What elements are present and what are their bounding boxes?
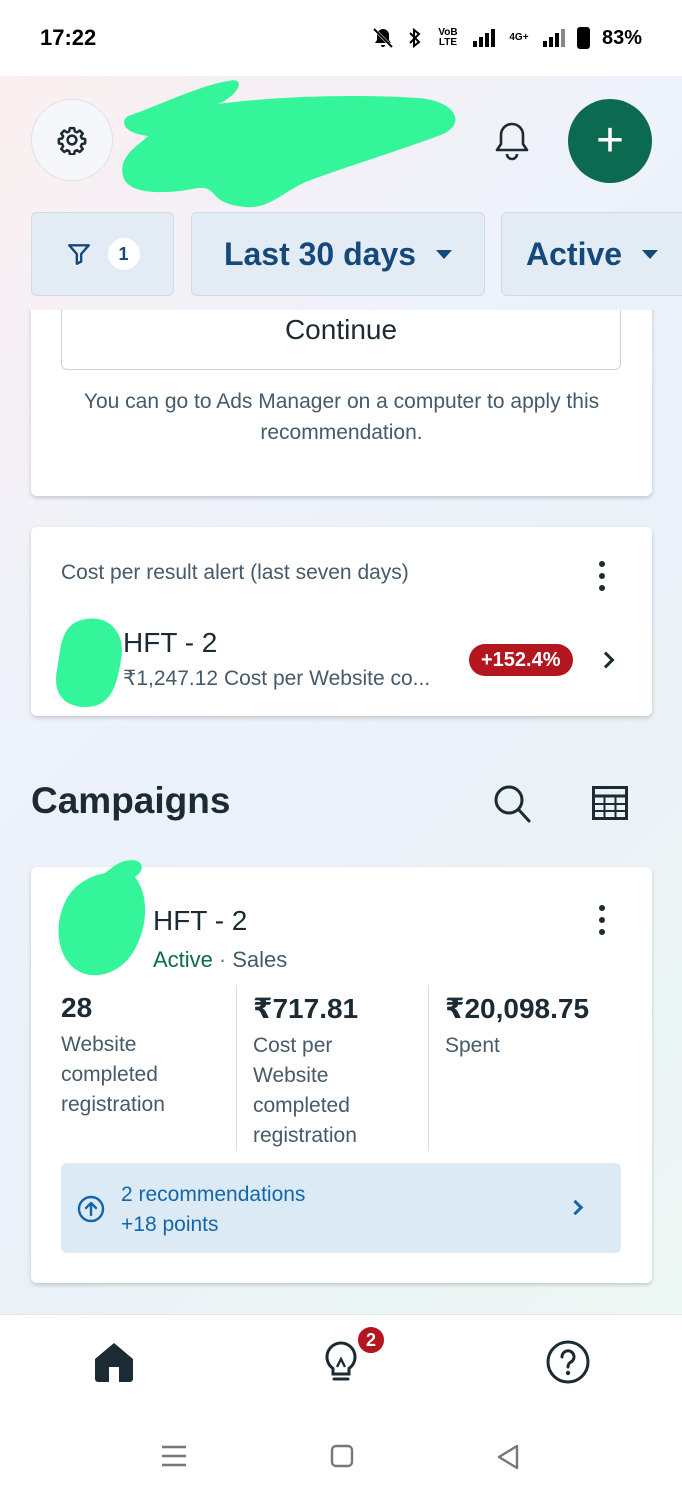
campaign-card[interactable]: HFT - 2 Active · Sales 28 Website complete… [31, 860, 652, 1283]
status-icons: VoB LTE 4G+ 83% [371, 26, 642, 50]
metric-spent: ₹20,098.75 Spent [445, 992, 635, 1061]
filter-bar: 1 Last 30 days Active [0, 212, 682, 296]
home-icon[interactable] [89, 1337, 139, 1387]
metric-cost-per-result: ₹717.81 Cost per Website completed regis… [253, 992, 443, 1151]
notification-count-badge: 2 [356, 1325, 386, 1355]
home-square-icon[interactable] [330, 1444, 354, 1468]
arrow-up-circle-icon [77, 1195, 105, 1223]
bluetooth-icon [409, 27, 421, 49]
system-nav-bar [0, 1418, 682, 1500]
metric-divider [236, 985, 237, 1151]
status-bar: 17:22 VoB LTE 4G+ 83% [0, 0, 682, 76]
bottom-nav: 2 [0, 1314, 682, 1418]
metric-divider [428, 985, 429, 1151]
help-icon[interactable] [543, 1337, 593, 1387]
metric-value: 28 [61, 992, 93, 1023]
metric-label: Cost per Website completed registration [253, 1034, 357, 1147]
recommendation-note: You can go to Ads Manager on a computer … [83, 390, 600, 444]
more-options-icon[interactable] [598, 561, 606, 591]
recommendations-points: +18 points [121, 1213, 219, 1236]
filter-count-badge: 1 [107, 238, 140, 270]
funnel-icon [67, 244, 90, 265]
redacted-campaign-image [58, 860, 146, 976]
settings-button[interactable] [31, 99, 113, 181]
alert-campaign-name: HFT - 2 [123, 627, 218, 658]
battery-icon [576, 27, 590, 49]
network-type: VoB LTE [438, 27, 458, 48]
gear-icon [57, 126, 87, 155]
more-options-icon[interactable] [598, 905, 606, 935]
campaign-status: Active [153, 947, 213, 972]
plus-icon: + [595, 114, 625, 167]
metric-value: ₹717.81 [253, 993, 359, 1024]
caret-down-icon [642, 249, 659, 259]
recommendations-banner[interactable]: 2 recommendations +18 points [61, 1163, 621, 1253]
recents-icon[interactable] [161, 1444, 187, 1468]
redacted-account-name [122, 80, 456, 208]
status-filter-label: Active [526, 235, 623, 272]
redacted-campaign-image [56, 618, 122, 707]
create-button[interactable]: + [568, 99, 652, 183]
header: + [0, 76, 682, 212]
search-icon[interactable] [493, 784, 531, 824]
table-view-icon[interactable] [592, 786, 628, 820]
chevron-right-icon[interactable] [597, 651, 615, 669]
mute-bell-icon [372, 27, 394, 49]
status-time: 17:22 [40, 25, 97, 50]
status-dropdown[interactable]: Active [501, 212, 682, 296]
metric-value: ₹20,098.75 [445, 993, 590, 1024]
battery-level: 83% [601, 26, 642, 49]
separator-dot: · [218, 947, 227, 972]
date-range-dropdown[interactable]: Last 30 days [191, 212, 485, 296]
alert-title: Cost per result alert (last seven days) [61, 561, 409, 584]
campaign-name: HFT - 2 [153, 905, 248, 936]
campaign-status-line: Active · Sales [153, 947, 287, 973]
back-triangle-icon[interactable] [496, 1444, 520, 1470]
signal-icon [472, 29, 495, 47]
cost-alert-card[interactable]: Cost per result alert (last seven days) … [31, 527, 652, 716]
metric-label: Spent [445, 1034, 500, 1057]
app-screen: + 1 Last 30 days Active Continue You can… [0, 76, 682, 1314]
caret-down-icon [436, 249, 453, 259]
filter-button[interactable]: 1 [31, 212, 174, 296]
campaigns-heading: Campaigns [31, 780, 231, 821]
feed[interactable]: Continue You can go to Ads Manager on a … [0, 310, 682, 1314]
metric-results: 28 Website completed registration [61, 992, 251, 1120]
notifications-bell-icon[interactable] [490, 118, 534, 162]
network2-type: 4G+ [509, 32, 529, 43]
date-range-label: Last 30 days [223, 235, 417, 272]
recommendations-count: 2 recommendations [121, 1183, 306, 1206]
campaign-objective: Sales [232, 947, 288, 972]
signal2-icon [542, 29, 565, 47]
recommendation-card: Continue You can go to Ads Manager on a … [31, 310, 652, 496]
continue-button[interactable]: Continue [61, 310, 621, 370]
chevron-right-icon [567, 1199, 584, 1216]
cost-change-badge: +152.4% [469, 644, 573, 676]
metric-label: Website completed registration [61, 1033, 165, 1116]
alert-cost-detail: ₹1,247.12 Cost per Website co... [123, 667, 431, 690]
